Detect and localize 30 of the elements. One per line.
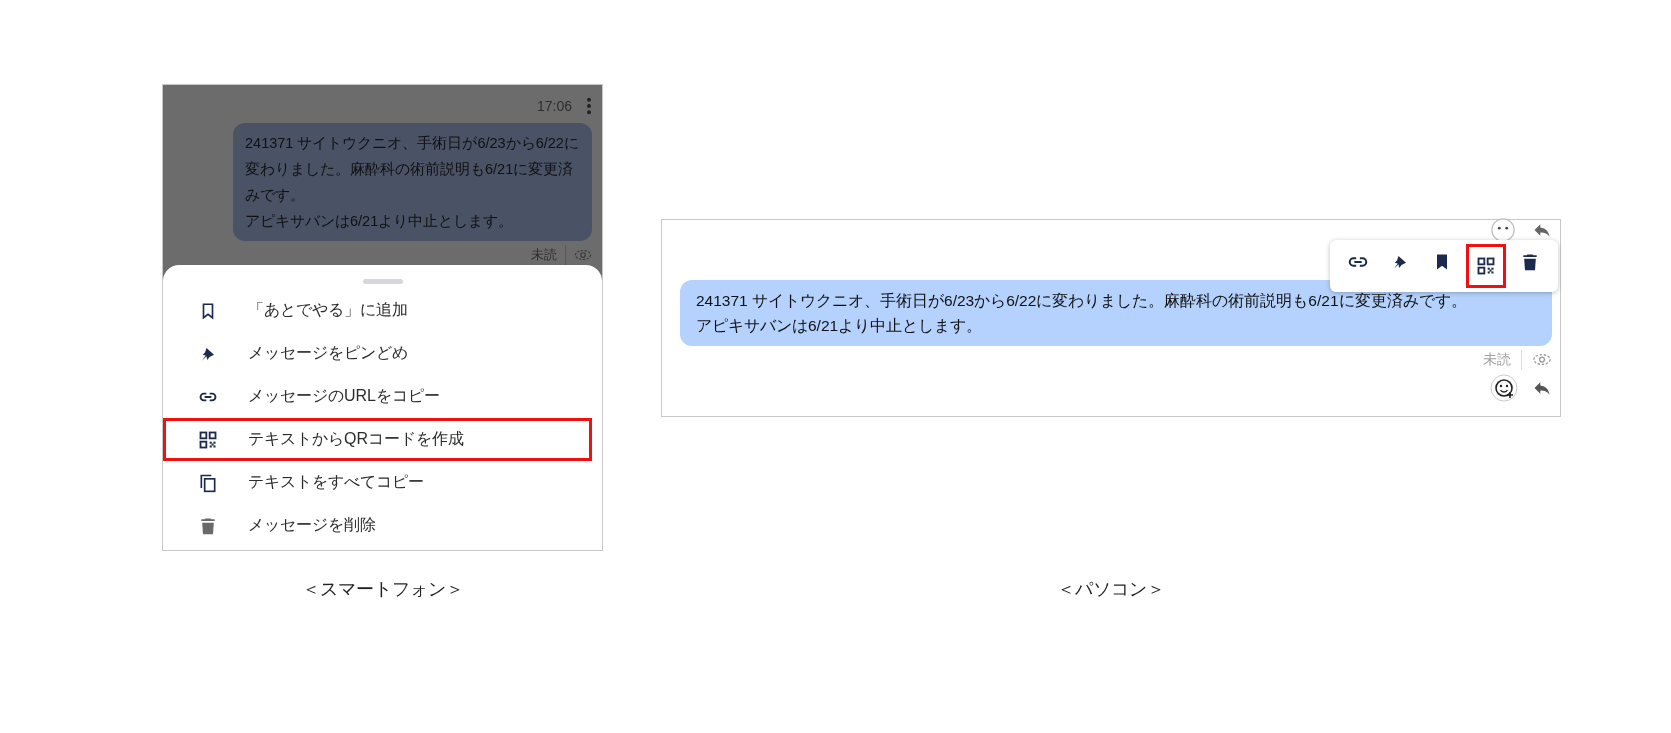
read-status: 未読 — [531, 246, 557, 264]
message-text: アピキサバンは6/21より中止とします。 — [245, 212, 515, 231]
message-text: アピキサバンは6/21より中止とします。 — [696, 315, 984, 336]
caption: ＜パソコン＞ — [1057, 578, 1165, 601]
message-text: 241371 サイトウクニオ、手術日が6/23から6/22に変わりました。麻酔科の術前説明も6/21に変更済みです。 — [245, 134, 580, 205]
qr-code-button[interactable] — [1466, 243, 1506, 288]
menu-item-label: メッセージを削除 — [248, 515, 376, 535]
menu-item[interactable]: 「あとでやる」に追加 — [163, 289, 592, 332]
qr-code-icon — [198, 429, 218, 450]
more-icon[interactable] — [586, 97, 592, 115]
sheet-handle[interactable] — [362, 279, 403, 284]
menu-item[interactable]: メッセージをピンどめ — [163, 332, 592, 375]
menu-item[interactable]: メッセージを削除 — [163, 504, 592, 547]
menu-item-label: テキストをすべてコピー — [248, 472, 424, 492]
menu-item-label: メッセージをピンどめ — [248, 343, 408, 363]
menu-item-label: 「あとでやる」に追加 — [248, 300, 408, 320]
menu-item-label: メッセージのURLをコピー — [248, 386, 440, 406]
qr-code-icon — [1476, 255, 1496, 276]
eye-icon — [1532, 353, 1552, 366]
menu-item[interactable]: メッセージのURLをコピー — [163, 375, 592, 418]
caption: ＜スマートフォン＞ — [301, 578, 464, 601]
menu-item[interactable]: テキストからQRコードを作成 — [163, 418, 592, 461]
menu-item-label: テキストからQRコードを作成 — [248, 429, 464, 449]
message-text: 241371 サイトウクニオ、手術日が6/23から6/22に変わりました。麻酔科の術前説明も6/21に変更済みです。 — [696, 290, 1468, 311]
read-status: 未読 — [1483, 350, 1511, 369]
add-reaction-icon[interactable] — [1490, 373, 1518, 402]
eye-icon — [574, 249, 592, 261]
message-time: 17:06 — [536, 98, 572, 114]
copy-icon — [198, 472, 218, 493]
menu-item[interactable]: テキストをすべてコピー — [163, 461, 592, 504]
